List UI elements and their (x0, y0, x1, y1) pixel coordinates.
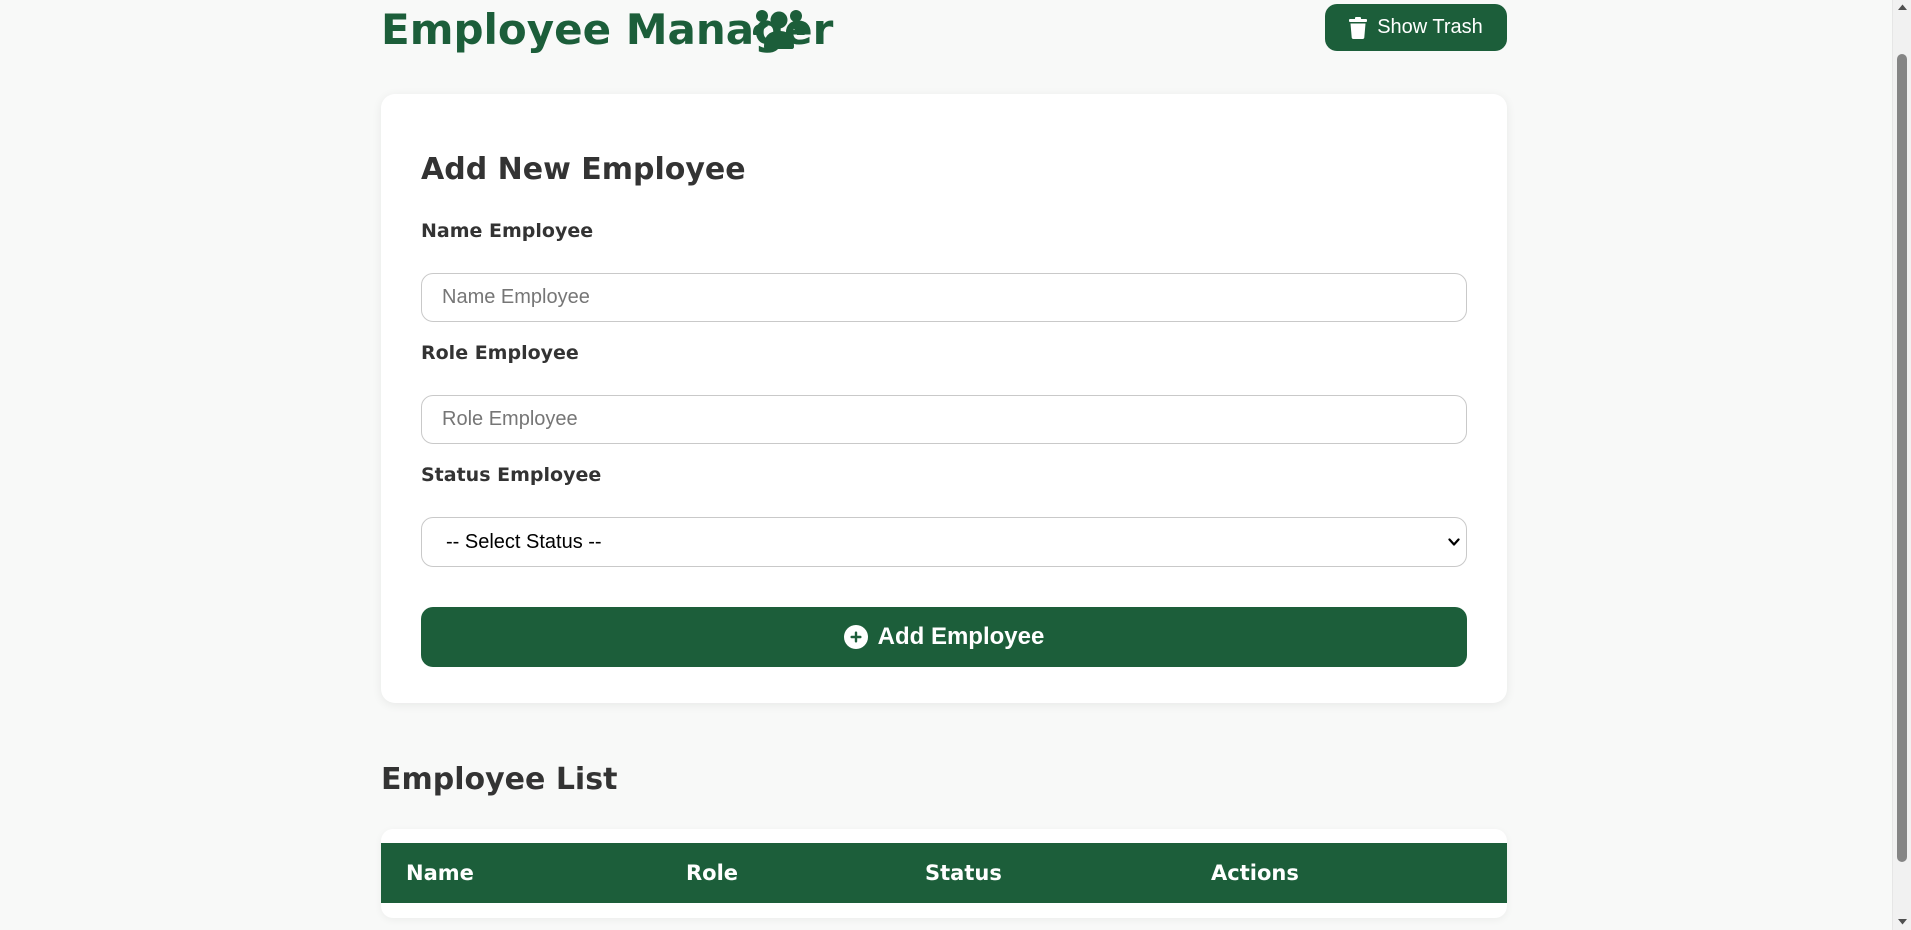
column-header-actions: Actions (1211, 861, 1299, 885)
show-trash-label: Show Trash (1377, 16, 1483, 38)
form-title: Add New Employee (421, 152, 746, 187)
name-input[interactable] (421, 273, 1467, 322)
column-header-role: Role (686, 861, 739, 885)
scrollbar-thumb[interactable] (1897, 54, 1907, 862)
add-employee-button[interactable]: Add Employee (421, 607, 1467, 667)
column-header-status: Status (925, 861, 1002, 885)
scroll-up-arrow-icon[interactable] (1897, 3, 1908, 11)
name-label: Name Employee (421, 220, 594, 242)
employee-list-title: Employee List (381, 762, 618, 797)
plus-circle-icon (843, 625, 868, 649)
page: Employee Manager Show Trash Add New Empl… (0, 0, 1892, 930)
scroll-down-arrow-icon[interactable] (1897, 918, 1908, 926)
column-header-name: Name (406, 861, 474, 885)
add-employee-label: Add Employee (877, 623, 1045, 650)
chevron-down-icon (1448, 538, 1460, 546)
header: Employee Manager Show Trash (381, 0, 1507, 60)
employee-table: Name Role Status Actions (381, 829, 1507, 918)
vertical-scrollbar[interactable] (1892, 0, 1911, 930)
status-label: Status Employee (421, 464, 602, 486)
show-trash-button[interactable]: Show Trash (1325, 4, 1507, 51)
role-label: Role Employee (421, 342, 579, 364)
main-container: Employee Manager Show Trash Add New Empl… (381, 0, 1507, 930)
trash-icon (1349, 16, 1368, 39)
users-icon (753, 10, 805, 49)
add-employee-form: Add New Employee Name Employee Role Empl… (381, 94, 1507, 703)
status-select[interactable]: -- Select Status -- (421, 517, 1467, 567)
status-select-value: -- Select Status -- (446, 530, 602, 553)
role-input[interactable] (421, 395, 1467, 444)
table-header-row: Name Role Status Actions (381, 843, 1507, 903)
